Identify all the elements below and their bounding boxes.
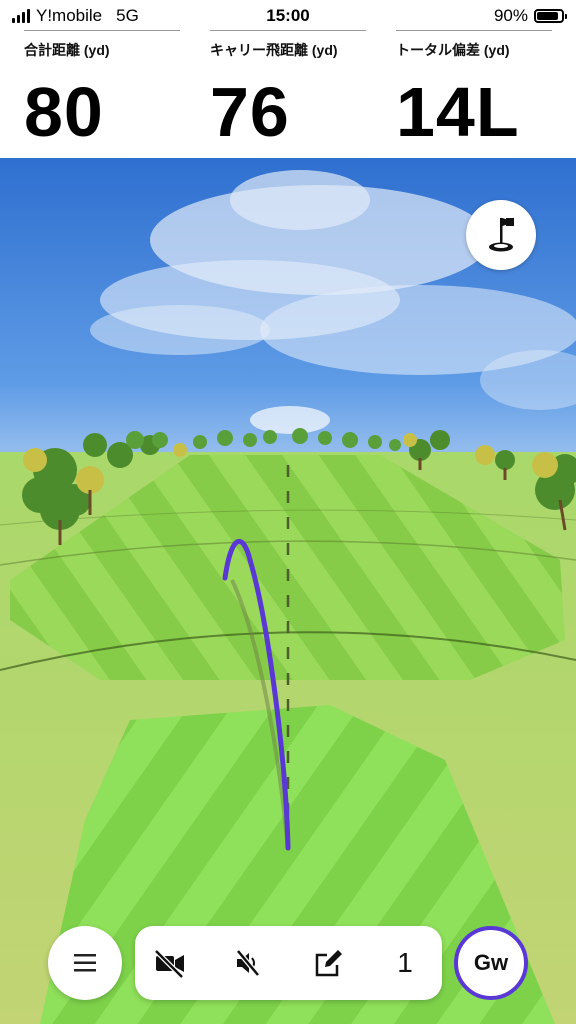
- stat-value: 80: [24, 73, 104, 151]
- stat-label: トータル偏差 (yd): [396, 42, 510, 58]
- status-time: 15:00: [266, 6, 310, 25]
- battery-icon: [534, 9, 567, 23]
- course-scene: [0, 158, 576, 1024]
- stat-value: 76: [210, 73, 290, 151]
- stat-carry-distance: キャリー飛距離 (yd) 76: [210, 30, 366, 158]
- club-select-button[interactable]: Gw: [454, 926, 528, 1000]
- edit-note-button[interactable]: [297, 926, 357, 1000]
- stat-divider: [210, 30, 366, 31]
- sound-toggle-button[interactable]: [217, 926, 277, 1000]
- shot-stats-header: 合計距離 (yd) 80 キャリー飛距離 (yd) 76 トータル偏差 (yd)…: [0, 30, 576, 158]
- pin-view-button[interactable]: [466, 200, 536, 270]
- video-off-icon: [154, 949, 184, 979]
- stat-divider: [24, 30, 180, 31]
- stat-divider: [396, 30, 552, 31]
- action-toolbar: 1: [135, 926, 442, 1000]
- hamburger-menu-icon: [74, 954, 96, 972]
- video-toggle-button[interactable]: [139, 926, 199, 1000]
- stat-value: 14L: [396, 73, 520, 151]
- status-right: 90%: [493, 6, 567, 26]
- sound-off-icon: [236, 949, 260, 977]
- shot-count[interactable]: 1: [375, 926, 435, 1000]
- stat-label: キャリー飛距離 (yd): [210, 42, 338, 58]
- menu-button[interactable]: [48, 926, 122, 1000]
- stat-total-distance: 合計距離 (yd) 80: [24, 30, 180, 158]
- golf-flag-icon: [489, 218, 514, 252]
- edit-note-icon: [315, 950, 342, 977]
- battery-level: [537, 12, 559, 20]
- stat-total-deviation: トータル偏差 (yd) 14L: [396, 30, 552, 158]
- stat-label: 合計距離 (yd): [24, 42, 110, 58]
- golf-course-view[interactable]: [0, 158, 576, 1024]
- status-bar: Y!mobile 5G 15:00 90%: [0, 0, 576, 32]
- battery-percent: 90%: [493, 6, 528, 25]
